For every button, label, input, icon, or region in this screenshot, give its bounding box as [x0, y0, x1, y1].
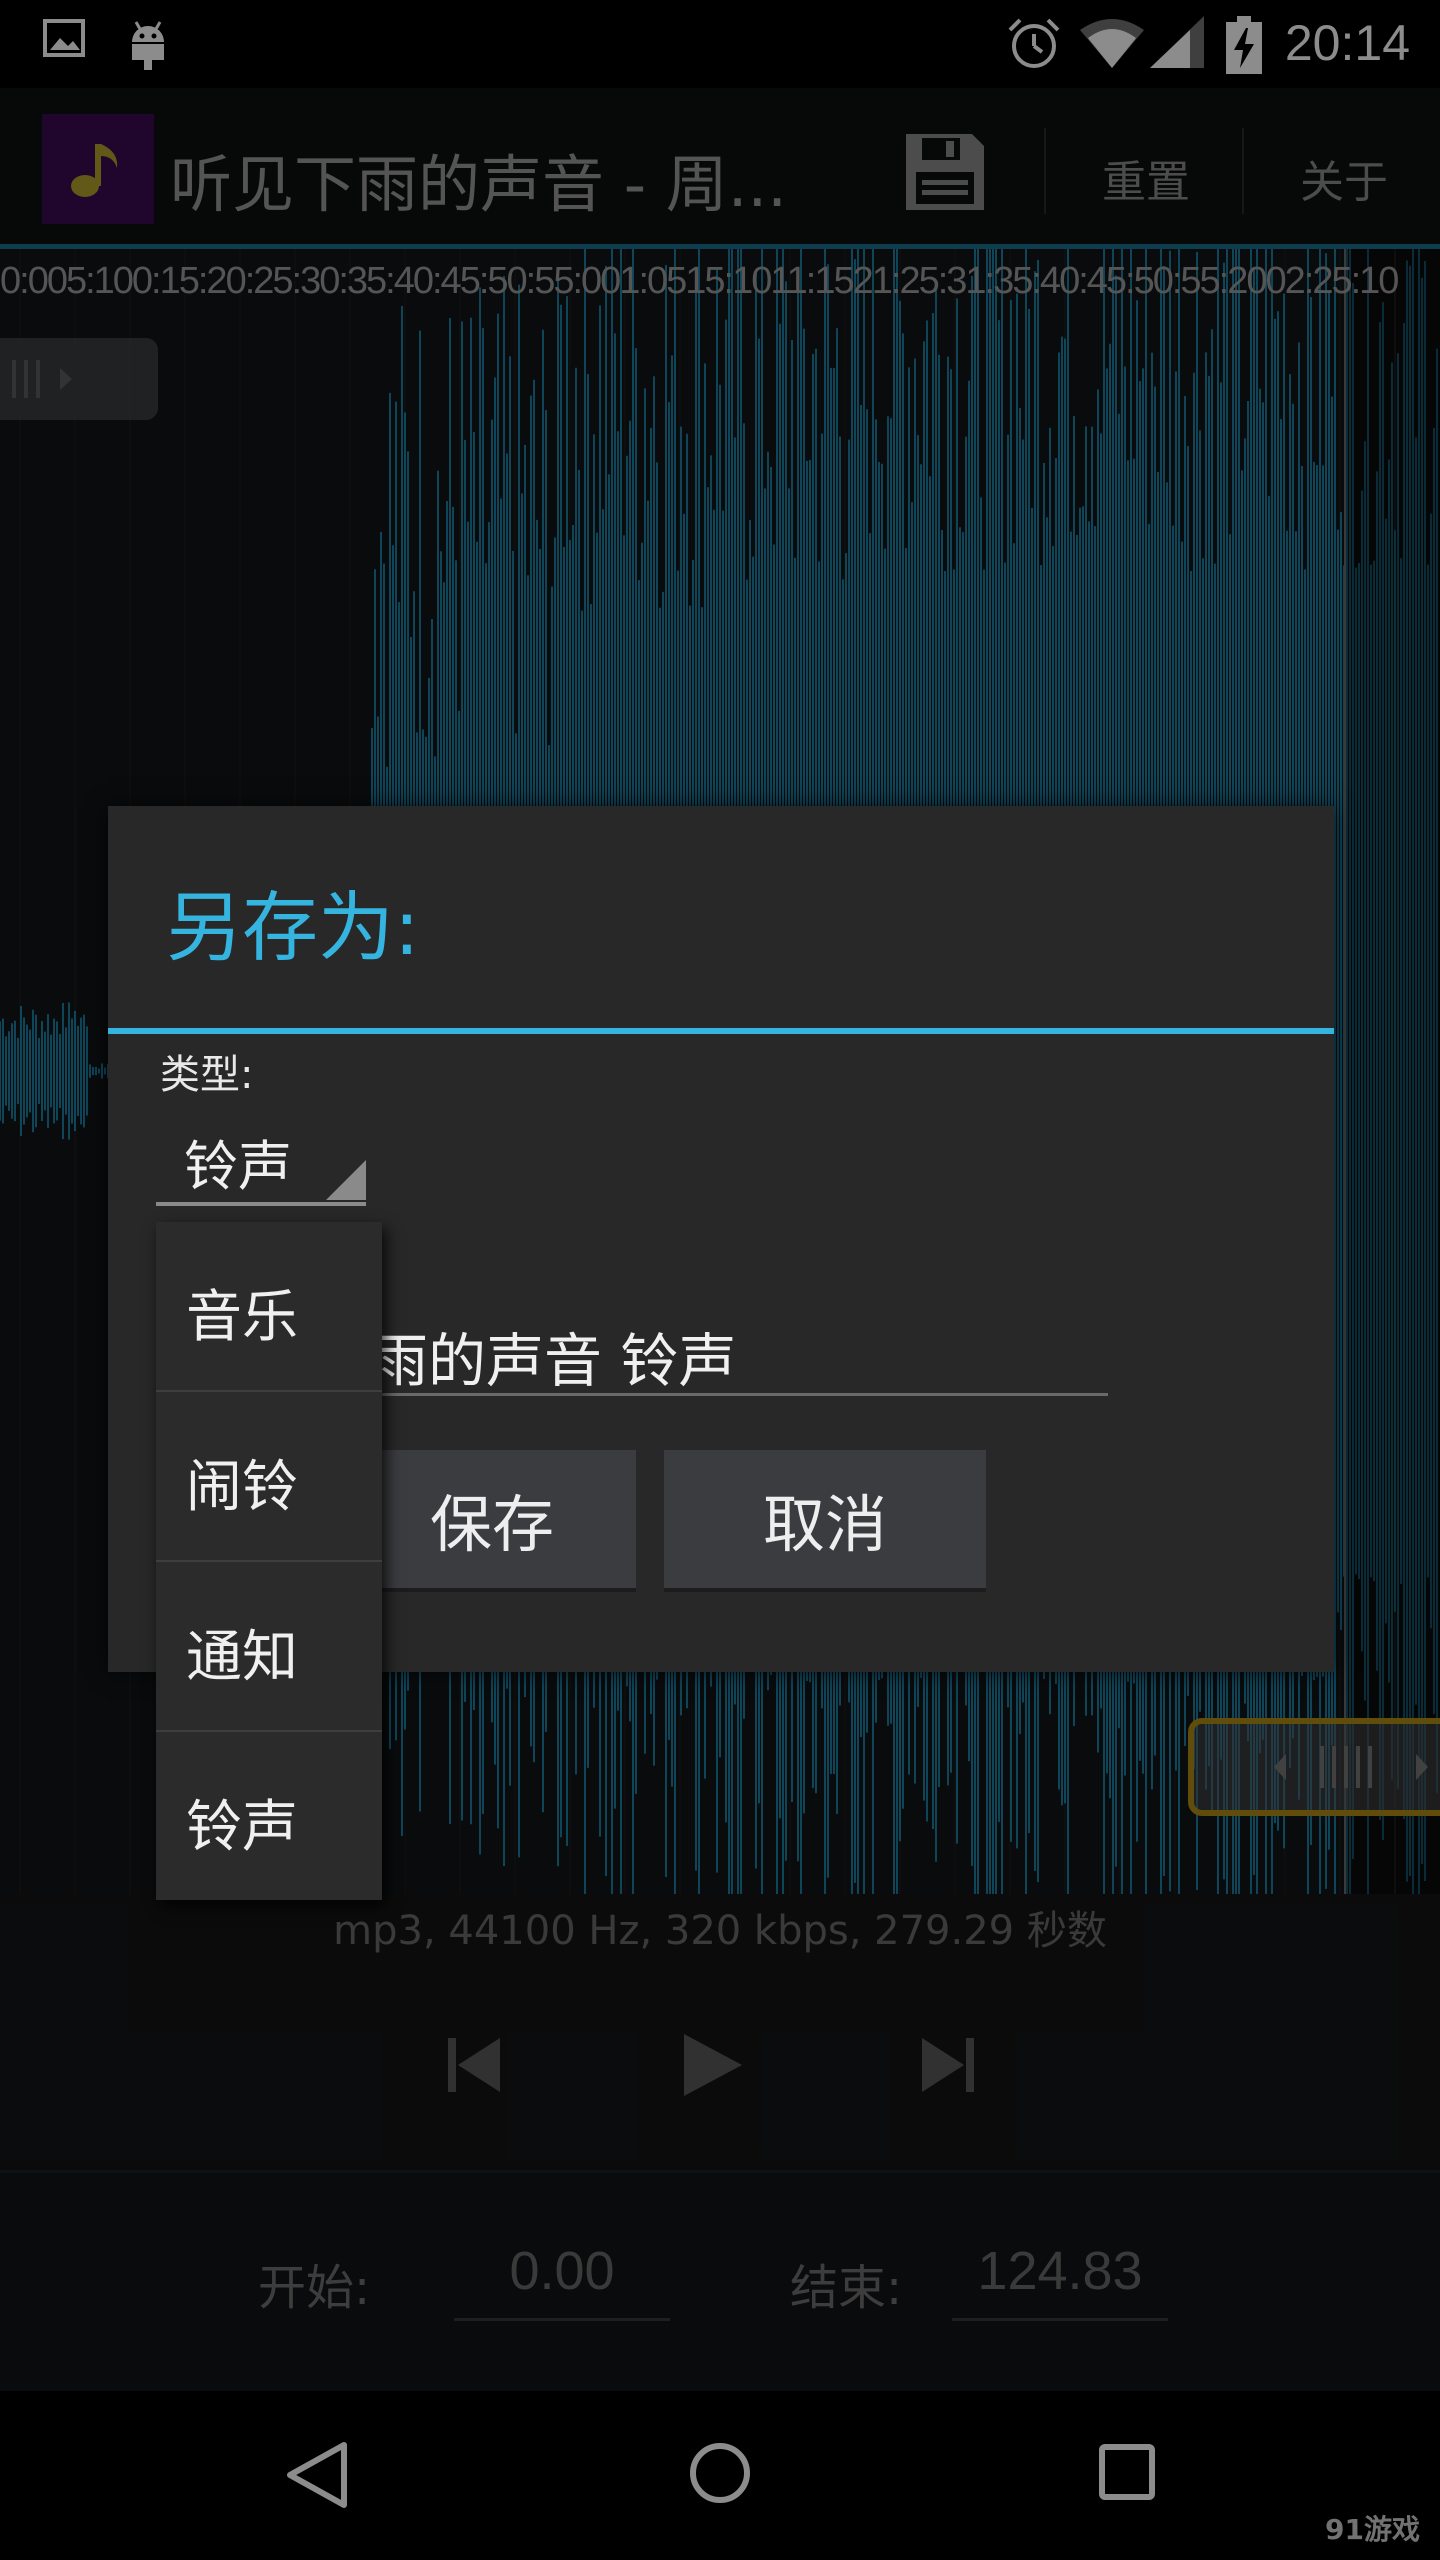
save-button[interactable]: 保存 — [348, 1450, 636, 1592]
option-label: 闹铃 — [186, 1455, 298, 1520]
option-label: 通知 — [186, 1625, 298, 1690]
filename-value: 雨的声音 铃声 — [370, 1327, 737, 1395]
dropdown-option-ringtone[interactable]: 铃声 — [156, 1732, 382, 1900]
option-label: 音乐 — [186, 1285, 298, 1350]
dropdown-option-alarm[interactable]: 闹铃 — [156, 1392, 382, 1560]
dropdown-option-music[interactable]: 音乐 — [156, 1222, 382, 1390]
type-spinner[interactable]: 铃声 — [156, 1106, 366, 1206]
option-label: 铃声 — [186, 1795, 298, 1860]
dialog-title: 另存为: — [166, 883, 420, 972]
dropdown-caret-icon — [326, 1160, 366, 1200]
type-label: 类型: — [160, 1052, 254, 1098]
cancel-button[interactable]: 取消 — [664, 1450, 986, 1592]
dialog-title-divider — [108, 1028, 1334, 1034]
type-dropdown-list: 音乐 闹铃 通知 铃声 — [156, 1222, 382, 1900]
dropdown-option-notification[interactable]: 通知 — [156, 1562, 382, 1730]
type-spinner-value: 铃声 — [184, 1135, 292, 1198]
filename-field[interactable]: 雨的声音 铃声 — [358, 1286, 1108, 1396]
